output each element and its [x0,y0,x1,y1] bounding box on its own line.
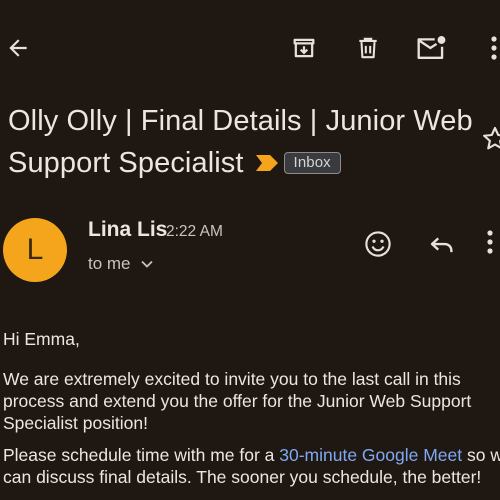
sender-name: Lina Lis [88,218,168,241]
reply-button[interactable] [427,229,457,259]
back-arrow-icon [9,39,27,57]
mark-unread-icon [417,36,446,60]
chevron-down-icon [140,260,153,268]
more-vert-icon [491,36,497,60]
emoji-icon [365,231,391,257]
importance-marker-icon[interactable] [255,155,278,171]
trash-icon [359,37,377,59]
paragraph-2-text-start: Please schedule time with me for a [3,445,280,465]
more-vert-icon [487,230,493,254]
sent-time: 2:22 AM [166,223,223,240]
message-more-button[interactable] [486,229,500,259]
delete-button[interactable] [350,30,386,66]
google-meet-link[interactable]: 30-minute Google Meet [279,445,462,465]
greeting: Hi Emma, [3,329,80,349]
mark-unread-button[interactable] [413,30,449,66]
back-button[interactable] [0,30,36,66]
body-paragraph-1: We are extremely excited to invite you t… [3,369,472,433]
top-app-bar [0,0,500,96]
email-subject: Olly Olly | Final Details | Junior Web S… [8,100,488,184]
subject-line-1: Olly Olly | Final Details | Junior Web [8,105,473,137]
add-reaction-button[interactable] [363,229,393,259]
email-body: Hi Emma, We are extremely excited to inv… [3,328,500,498]
star-icon [483,126,500,150]
inbox-label-chip[interactable]: Inbox [283,152,341,174]
email-screen: Olly Olly | Final Details | Junior Web S… [0,0,500,500]
archive-icon [293,38,315,58]
body-paragraph-2: Please schedule time with me for a 30-mi… [3,444,500,488]
recipient-label: to me [88,254,131,273]
reply-icon [430,237,453,253]
recipient-details-toggle[interactable]: to me [88,254,154,274]
more-options-button[interactable] [476,30,500,66]
archive-button[interactable] [286,30,322,66]
sender-avatar[interactable]: L [3,218,67,282]
subject-line-2: Support Specialist [8,147,244,179]
star-button[interactable] [480,124,500,154]
